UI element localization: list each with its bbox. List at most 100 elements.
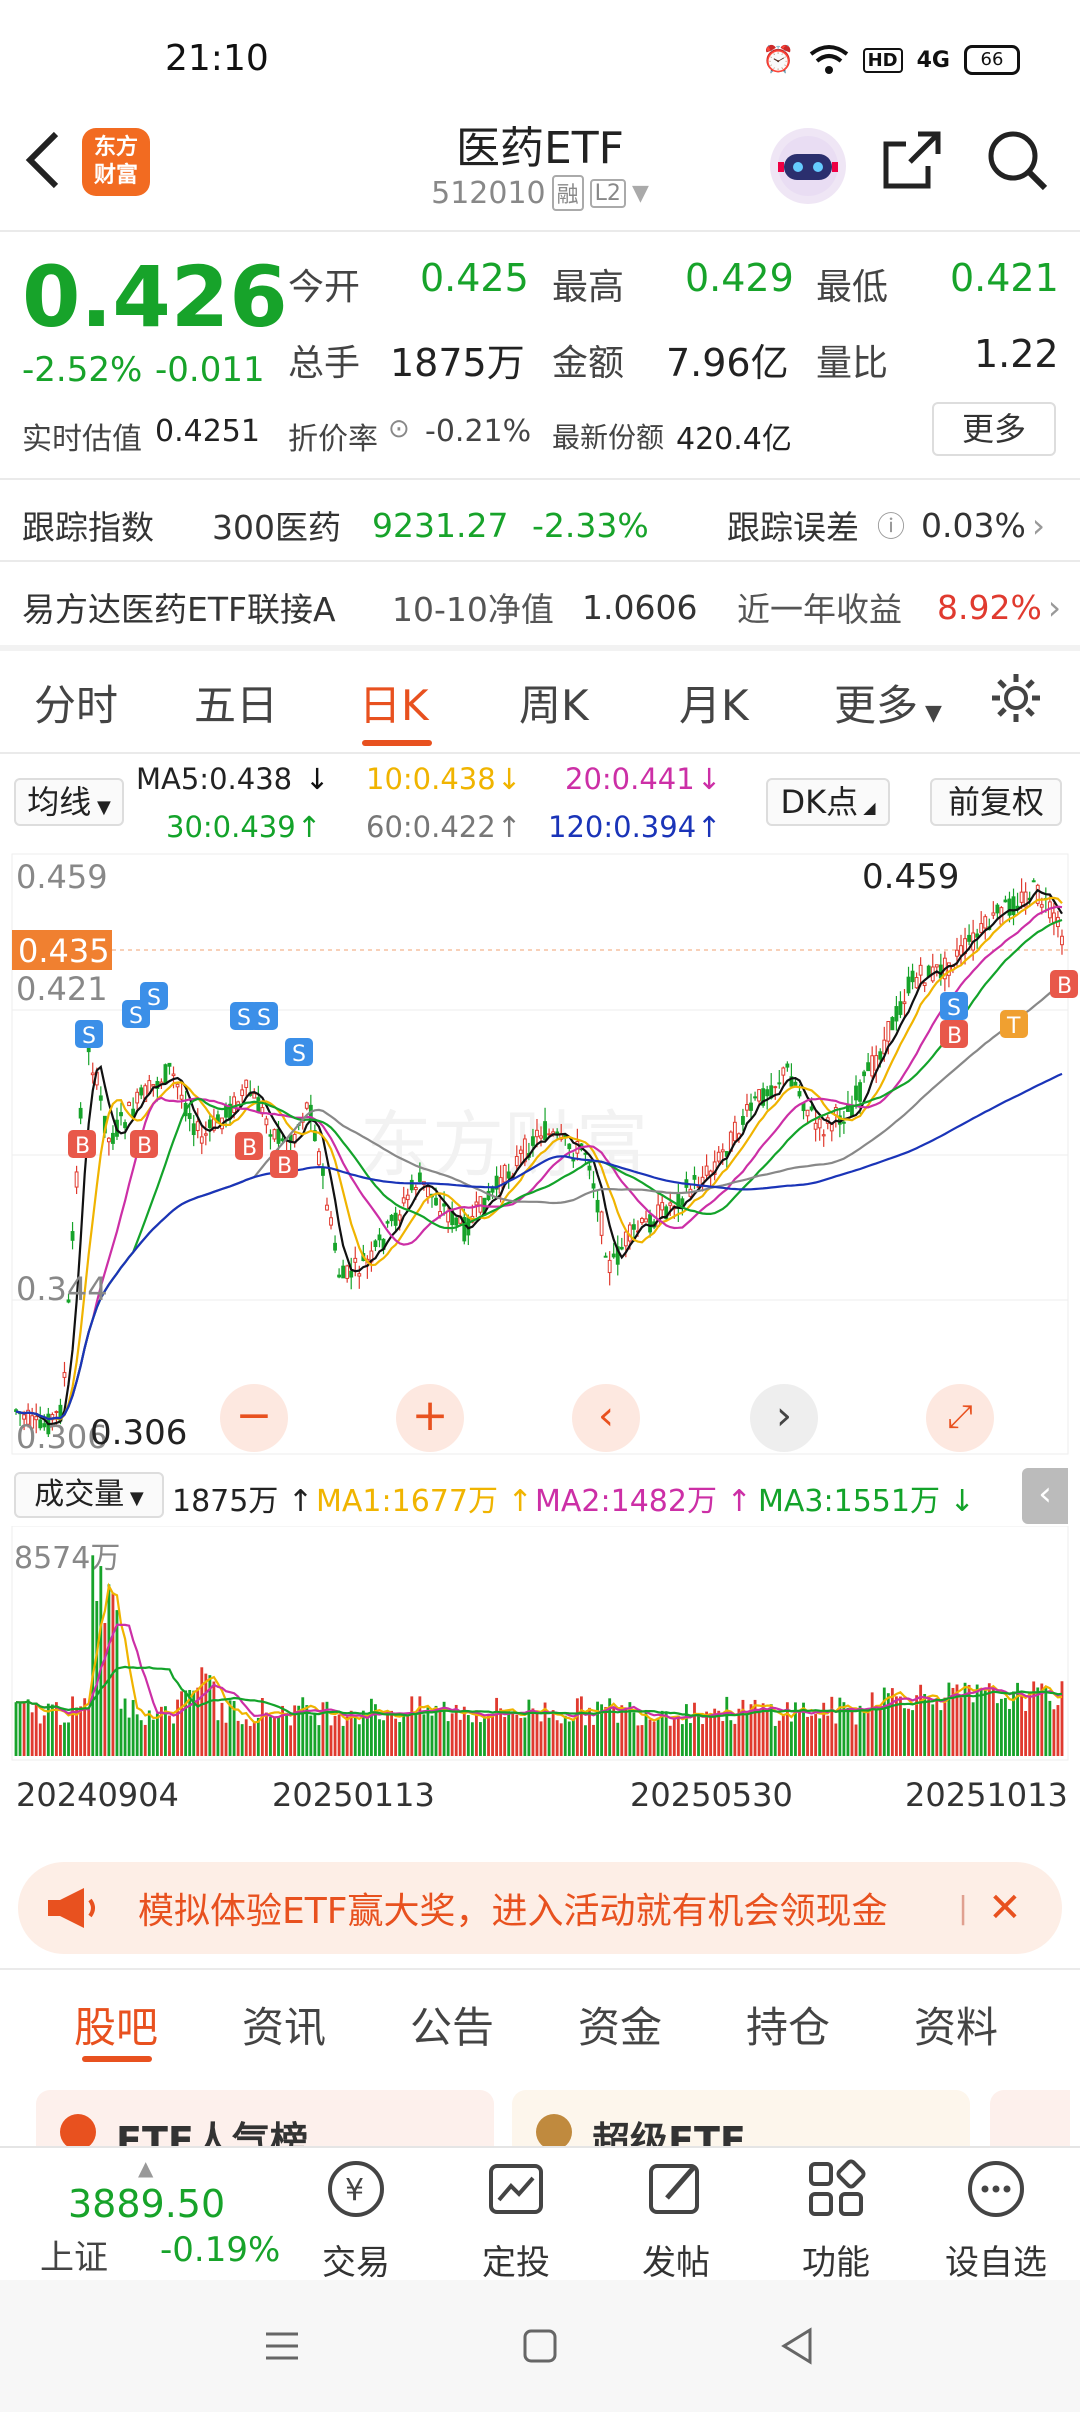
menu-icon[interactable] <box>262 2326 302 2370</box>
ma-selector[interactable]: 均线 ▼ <box>14 778 124 826</box>
fund-code-row[interactable]: 512010 融 L2 ▼ <box>330 175 750 211</box>
linked-fund-row[interactable]: 易方达医药ETF联接A 10-10净值 1.0606 近一年收益 8.92% › <box>22 582 1062 632</box>
more-button[interactable]: 更多 <box>932 402 1056 456</box>
candle-body <box>567 1143 572 1150</box>
candle-body <box>595 1199 600 1213</box>
volume-bar <box>559 1723 563 1756</box>
volume-bar <box>870 1692 874 1756</box>
volume-bar <box>269 1716 272 1756</box>
ratio-label: 量比 <box>816 343 889 384</box>
high-value: 0.429 <box>685 256 794 300</box>
candle-body <box>256 1097 261 1113</box>
candle-body <box>692 1175 697 1180</box>
tab-daily-k[interactable]: 日K <box>359 672 519 733</box>
volume-selector-label: 成交量 <box>34 1477 125 1512</box>
assistant-bot-icon[interactable] <box>770 128 846 204</box>
volume-bar <box>184 1690 188 1756</box>
change-percent: -2.52% <box>22 350 143 390</box>
iopv-label: 实时估值 <box>22 422 142 457</box>
scroll-left-button[interactable]: ‹ <box>572 1384 640 1452</box>
tab-timeshare[interactable]: 分时 <box>34 672 194 733</box>
close-icon[interactable]: ✕ <box>988 1885 1022 1931</box>
tab-profile[interactable]: 资料 <box>914 1994 1054 2055</box>
signal-badge-s: S <box>285 1038 313 1067</box>
banner-separator: | <box>958 1890 969 1926</box>
fullscreen-button[interactable]: ⤢ <box>926 1384 994 1452</box>
search-icon[interactable] <box>985 128 1055 198</box>
volume-bar <box>248 1725 252 1756</box>
candle-body <box>886 1021 891 1042</box>
scroll-right-button[interactable]: › <box>750 1384 818 1452</box>
volume-selector[interactable]: 成交量 ▼ <box>14 1472 164 1518</box>
functions-button[interactable]: 功能 <box>766 2158 906 2284</box>
volume-bar <box>240 1724 244 1756</box>
zoom-out-button[interactable]: − <box>220 1384 288 1452</box>
svg-text:S: S <box>257 1006 271 1031</box>
candle-body <box>106 1137 111 1143</box>
volume-bar <box>22 1702 26 1756</box>
volume-bar <box>337 1714 341 1756</box>
candle-body <box>793 1081 798 1086</box>
info-icon[interactable]: ⊙ <box>388 414 410 444</box>
tab-funds-flow[interactable]: 资金 <box>578 1994 746 2055</box>
volume-bar <box>810 1715 814 1756</box>
candle-body <box>979 923 984 933</box>
settings-gear-icon[interactable] <box>988 670 1044 730</box>
card-partial[interactable] <box>990 2090 1070 2150</box>
volume-bar <box>999 1698 1003 1756</box>
volume-bar <box>959 1697 963 1756</box>
volume-bar <box>200 1667 204 1756</box>
candle-body <box>745 1104 749 1111</box>
ma20-trend-icon: ↓ <box>697 762 722 796</box>
candle-body <box>991 912 996 916</box>
volume-ma1: MA1:1677万 ↑ <box>316 1484 533 1519</box>
post-button[interactable]: 发帖 <box>606 2158 746 2284</box>
tab-announcements[interactable]: 公告 <box>410 1994 578 2055</box>
kline-chart[interactable]: 东方财富 SSSS SSB B BBSB TB 0.459 0.421 0.344 0.… <box>0 850 1080 1460</box>
tracking-index-row[interactable]: 跟踪指数 300医药 9231.27 -2.33% 跟踪误差 ⓘ 0.03% › <box>22 500 1062 550</box>
share-icon[interactable] <box>880 128 950 198</box>
tab-news[interactable]: 资讯 <box>242 1994 410 2055</box>
tab-holdings[interactable]: 持仓 <box>746 1994 914 2055</box>
system-navigation-bar <box>0 2280 1080 2412</box>
add-watchlist-button[interactable]: 设自选 <box>926 2158 1066 2284</box>
candle-body <box>373 1240 378 1248</box>
adjust-button[interactable]: 前复权 <box>930 778 1062 826</box>
volume-bar <box>991 1686 995 1756</box>
volume-bar <box>91 1555 95 1756</box>
home-icon[interactable] <box>520 2326 560 2370</box>
trade-button[interactable]: ¥ 交易 <box>286 2158 426 2284</box>
axis-top-label: 0.459 <box>16 858 108 896</box>
volume-bar <box>907 1708 910 1756</box>
card-etf-popularity[interactable]: ETF人气榜 <box>36 2090 494 2150</box>
zoom-in-button[interactable]: + <box>396 1384 464 1452</box>
back-button[interactable] <box>20 128 64 196</box>
candle-body <box>890 1017 895 1031</box>
volume-bar <box>604 1707 608 1756</box>
tab-forum[interactable]: 股吧 <box>74 1994 242 2055</box>
volume-chart[interactable]: 8574万 <box>0 1526 1080 1776</box>
help-icon[interactable]: ⓘ <box>877 505 921 545</box>
index-ticker[interactable]: ▲ 3889.50 上证 -0.19% <box>20 2156 280 2278</box>
collapse-panel-button[interactable]: ‹ <box>1022 1468 1068 1524</box>
volume-bar <box>535 1712 539 1756</box>
tab-monthly-k[interactable]: 月K <box>679 672 834 733</box>
tab-five-day[interactable]: 五日 <box>194 672 359 733</box>
candle-body <box>252 1093 257 1099</box>
volume-bar <box>172 1723 175 1756</box>
tab-weekly-k[interactable]: 周K <box>519 672 679 733</box>
volume-bar <box>434 1705 438 1756</box>
card-super-etf[interactable]: 超级ETF <box>512 2090 970 2150</box>
volume-bar <box>1044 1688 1048 1756</box>
dk-point-button[interactable]: DK点 ◢ <box>766 778 890 826</box>
tab-more[interactable]: 更多 ▼ <box>834 672 949 733</box>
dk-point-label: DK点 <box>780 783 859 821</box>
open-value: 0.425 <box>420 256 529 300</box>
page-title: 医药ETF <box>456 123 624 174</box>
candle-body <box>535 1129 539 1138</box>
volume-bar <box>168 1715 171 1756</box>
back-nav-icon[interactable] <box>778 2326 818 2370</box>
auto-invest-button[interactable]: 定投 <box>446 2158 586 2284</box>
alarm-icon: ⏰ <box>762 45 795 75</box>
promo-banner[interactable]: 模拟体验ETF赢大奖，进入活动就有机会领现金 | ✕ <box>18 1862 1062 1954</box>
